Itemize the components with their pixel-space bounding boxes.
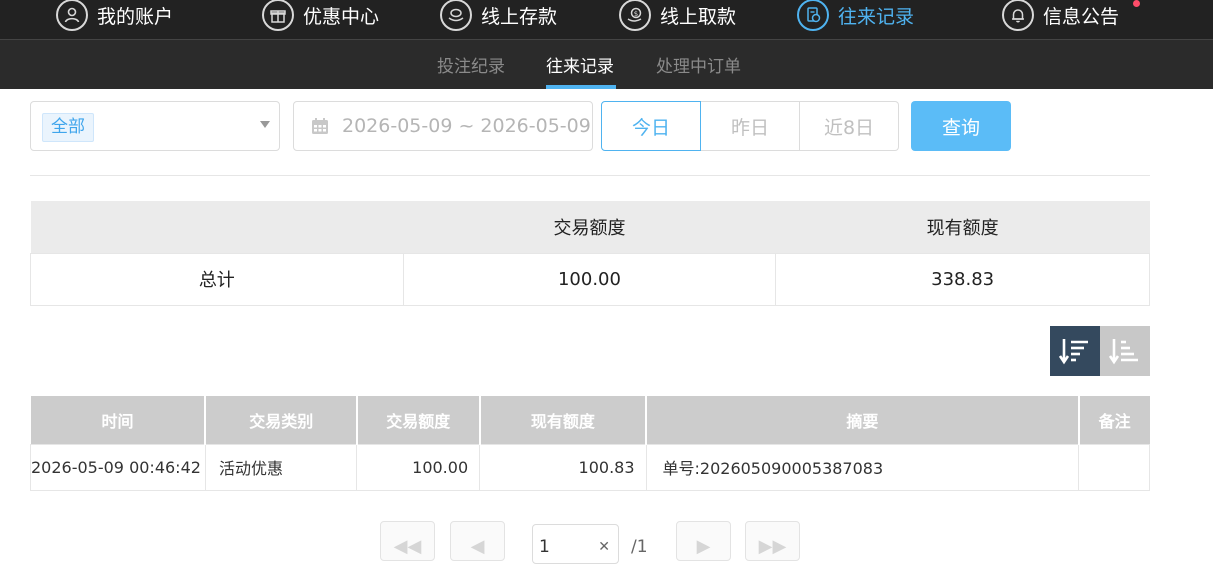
first-page-button[interactable]: ◀◀: [380, 521, 435, 561]
nav-item-withdraw[interactable]: $ 线上取款: [619, 0, 737, 31]
notification-dot: [1133, 0, 1140, 7]
date-range-picker[interactable]: 2026-05-09 ~ 2026-05-09: [293, 101, 593, 151]
deposit-icon: [440, 0, 472, 31]
quick-range-group: 今日 昨日 近8日: [601, 101, 899, 151]
sort-ascending-icon: [1108, 339, 1138, 365]
nav-item-records[interactable]: 往来记录: [797, 0, 915, 31]
records-icon: [797, 0, 829, 31]
range-yesterday-button[interactable]: 昨日: [701, 101, 800, 151]
query-button[interactable]: 查询: [911, 101, 1011, 151]
chevron-down-icon: ✕: [598, 539, 610, 555]
double-chevron-left-icon: ◀◀: [393, 536, 422, 557]
date-range-value: 2026-05-09 ~ 2026-05-09: [342, 115, 591, 137]
column-header: 时间: [30, 396, 207, 444]
tab-pending-orders[interactable]: 处理中订单: [656, 52, 741, 77]
page-select[interactable]: 1 ✕: [532, 524, 619, 564]
nav-label: 往来记录: [838, 5, 915, 28]
prev-page-button[interactable]: ◀: [450, 521, 505, 561]
sort-descending-icon: [1058, 339, 1088, 365]
column-header: 现有额度: [479, 396, 648, 444]
nav-item-my-account[interactable]: 我的账户: [56, 0, 174, 31]
svg-text:$: $: [634, 10, 638, 18]
summary-table: 交易额度 现有额度 总计 100.00 338.83: [30, 201, 1150, 306]
sub-nav: 投注纪录 往来记录 处理中订单: [0, 40, 1213, 89]
summary-header: 交易额度: [403, 201, 776, 253]
current-page: 1: [539, 537, 550, 557]
column-header: 备注: [1078, 396, 1150, 444]
summary-header: [30, 201, 404, 253]
column-header: 交易额度: [356, 396, 481, 444]
cell-amount: 100.00: [356, 443, 481, 491]
nav-label: 优惠中心: [303, 5, 380, 28]
sort-ascending-button[interactable]: [1100, 326, 1150, 376]
total-pages: /1: [631, 537, 648, 557]
range-today-button[interactable]: 今日: [601, 101, 701, 151]
selected-tag: 全部: [42, 113, 94, 142]
range-last8days-button[interactable]: 近8日: [800, 101, 899, 151]
summary-header: 现有额度: [775, 201, 1150, 253]
column-header: 交易类别: [205, 396, 358, 444]
summary-row: 总计 100.00 338.83: [30, 252, 1150, 306]
records-table: 时间 交易类别 交易额度 现有额度 摘要 备注 2026-05-09 00:46…: [30, 396, 1150, 491]
nav-item-announcements[interactable]: 信息公告: [1002, 0, 1120, 31]
cell-summary: 单号:202605090005387083: [645, 443, 1080, 491]
last-page-button[interactable]: ▶▶: [745, 521, 800, 561]
nav-label: 线上取款: [660, 5, 737, 28]
nav-item-promotions[interactable]: 优惠中心: [262, 0, 380, 31]
chevron-right-icon: ▶: [696, 536, 711, 557]
double-chevron-right-icon: ▶▶: [758, 536, 787, 557]
top-nav: 我的账户 优惠中心 线上存款 $ 线上取款 往来记录 信息公告: [0, 0, 1213, 40]
gift-icon: [262, 0, 294, 31]
nav-label: 线上存款: [481, 5, 558, 28]
divider: [30, 175, 1150, 176]
column-header: 摘要: [646, 396, 1080, 444]
tab-bet-records[interactable]: 投注纪录: [437, 52, 505, 77]
cell-time: 2026-05-09 00:46:42: [30, 443, 206, 491]
nav-label: 信息公告: [1043, 5, 1120, 28]
summary-balance: 338.83: [775, 252, 1150, 306]
sort-descending-button[interactable]: [1050, 326, 1100, 376]
cell-balance: 100.83: [479, 443, 647, 491]
calendar-icon: [312, 118, 328, 134]
withdraw-icon: $: [619, 0, 651, 31]
active-tab-underline: [546, 85, 616, 89]
summary-amount: 100.00: [402, 252, 777, 306]
chevron-left-icon: ◀: [470, 536, 485, 557]
transaction-type-select[interactable]: 全部: [30, 101, 280, 151]
table-row: 2026-05-09 00:46:42 活动优惠 100.00 100.83 单…: [30, 443, 1150, 491]
cell-type: 活动优惠: [204, 443, 358, 491]
summary-label: 总计: [30, 252, 404, 306]
cell-note: [1078, 443, 1150, 491]
next-page-button[interactable]: ▶: [676, 521, 731, 561]
caret-down-icon: [260, 121, 270, 128]
user-icon: [56, 0, 88, 31]
tab-transaction-records[interactable]: 往来记录: [546, 52, 614, 77]
nav-item-deposit[interactable]: 线上存款: [440, 0, 558, 31]
nav-label: 我的账户: [97, 5, 174, 28]
bell-icon: [1002, 0, 1034, 31]
